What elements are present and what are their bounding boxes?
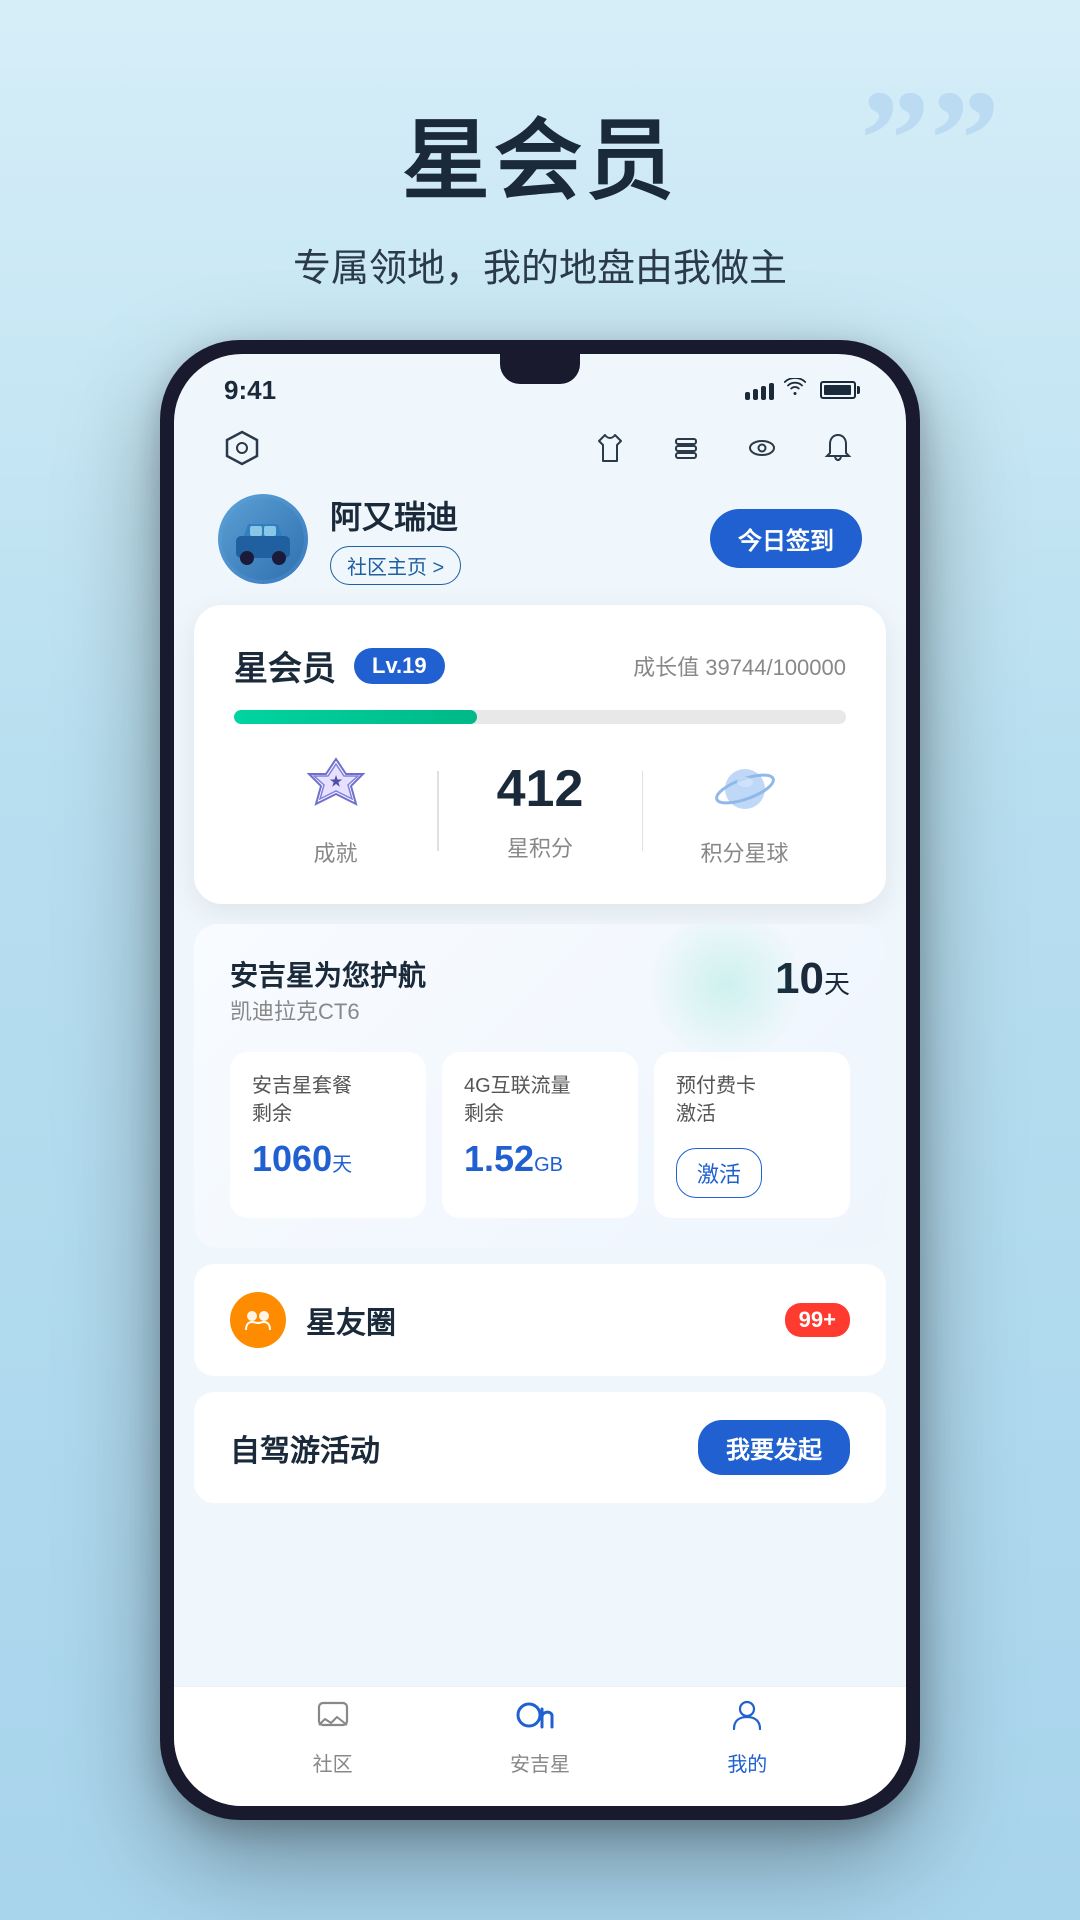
bottom-nav: 社区 安吉星 [174,1686,906,1806]
achievement-stat[interactable]: ★ 成就 [234,754,437,868]
star-circle-badge: 99+ [785,1303,850,1337]
service-activate-title: 预付费卡激活 [676,1072,828,1128]
user-info: 阿又瑞迪 社区主页 > [330,492,461,585]
member-stats: ★ 成就 412 星积分 [234,754,846,868]
community-tab-icon [315,1697,351,1742]
activate-button[interactable]: 激活 [676,1148,762,1198]
planet-stat[interactable]: 积分星球 [643,754,846,868]
user-tab-icon [729,1697,765,1742]
page-header: 星会员 专属领地，我的地盘由我做主 [0,0,1080,292]
star-circle-icon [230,1292,286,1348]
planet-label: 积分星球 [700,836,788,868]
service-package-value: 1060天 [252,1138,404,1180]
service-item-activate[interactable]: 预付费卡激活 激活 [654,1052,850,1218]
page-subtitle: 专属领地，我的地盘由我做主 [0,237,1080,292]
signal-bars-icon [745,380,774,400]
road-trip-title: 自驾游活动 [230,1426,380,1470]
eye-icon[interactable] [738,424,786,472]
tab-anjistar-label: 安吉星 [510,1748,570,1777]
anjistar-days: 10天 [775,954,850,1004]
on-logo-icon [514,1697,566,1742]
phone-screen: 9:41 [174,354,906,1806]
road-trip-row[interactable]: 自驾游活动 我要发起 [194,1392,886,1503]
star-points-value: 412 [497,759,584,819]
anjistar-card: 安吉星为您护航 凯迪拉克CT6 10天 安吉星套餐剩余 1060天 [194,924,886,1248]
wifi-icon [784,378,806,402]
checkin-button[interactable]: 今日签到 [710,509,862,568]
shirt-icon[interactable] [586,424,634,472]
service-item-package[interactable]: 安吉星套餐剩余 1060天 [230,1052,426,1218]
growth-value: 成长值 39744/100000 [633,650,846,682]
star-circle-title: 星友圈 [306,1298,396,1342]
tab-community[interactable]: 社区 [313,1697,353,1777]
star-points-label: 星积分 [507,831,573,863]
member-title: 星会员 [234,641,336,690]
status-time: 9:41 [224,375,276,406]
phone-mockup: 9:41 [160,340,920,1820]
tab-anjistar[interactable]: 安吉星 [510,1697,570,1777]
star-circle-row[interactable]: 星友圈 99+ [194,1264,886,1376]
anjistar-title: 安吉星为您护航 [230,954,426,994]
svg-text:★: ★ [329,773,342,789]
page-title: 星会员 [0,90,1080,217]
layers-icon[interactable] [662,424,710,472]
battery-icon [820,381,856,399]
avatar [218,494,308,584]
status-icons [745,378,856,402]
star-circle-left: 星友圈 [230,1292,396,1348]
tab-my[interactable]: 我的 [727,1697,767,1777]
member-title-row: 星会员 Lv.19 [234,641,445,690]
road-trip-button[interactable]: 我要发起 [698,1420,850,1475]
member-card-header: 星会员 Lv.19 成长值 39744/100000 [234,641,846,690]
top-nav [174,414,906,482]
planet-icon [710,754,780,824]
star-points-stat[interactable]: 412 星积分 [439,759,642,863]
achievement-label: 成就 [313,836,357,868]
achievement-icon: ★ [301,754,371,824]
service-item-data[interactable]: 4G互联流量剩余 1.52GB [442,1052,638,1218]
progress-bar-fill [234,710,477,724]
service-grid: 安吉星套餐剩余 1060天 4G互联流量剩余 1.52GB [230,1052,850,1218]
user-name: 阿又瑞迪 [330,492,461,538]
anjistar-header: 安吉星为您护航 凯迪拉克CT6 10天 [230,954,850,1046]
anjistar-subtitle: 凯迪拉克CT6 [230,994,426,1026]
community-link[interactable]: 社区主页 > [330,546,461,585]
growth-numbers: 39744/100000 [705,655,846,680]
user-row: 阿又瑞迪 社区主页 > 今日签到 [174,482,906,605]
phone-frame: 9:41 [160,340,920,1820]
service-data-title: 4G互联流量剩余 [464,1072,616,1128]
hexagon-icon[interactable] [218,424,266,472]
member-card: 星会员 Lv.19 成长值 39744/100000 [194,605,886,904]
service-package-title: 安吉星套餐剩余 [252,1072,404,1128]
tab-my-label: 我的 [727,1748,767,1777]
progress-bar [234,710,846,724]
bell-icon[interactable] [814,424,862,472]
status-bar: 9:41 [174,354,906,414]
user-left: 阿又瑞迪 社区主页 > [218,492,461,585]
level-badge: Lv.19 [354,648,445,684]
service-data-value: 1.52GB [464,1138,616,1180]
tab-community-label: 社区 [313,1748,353,1777]
nav-icons-right [586,424,862,472]
